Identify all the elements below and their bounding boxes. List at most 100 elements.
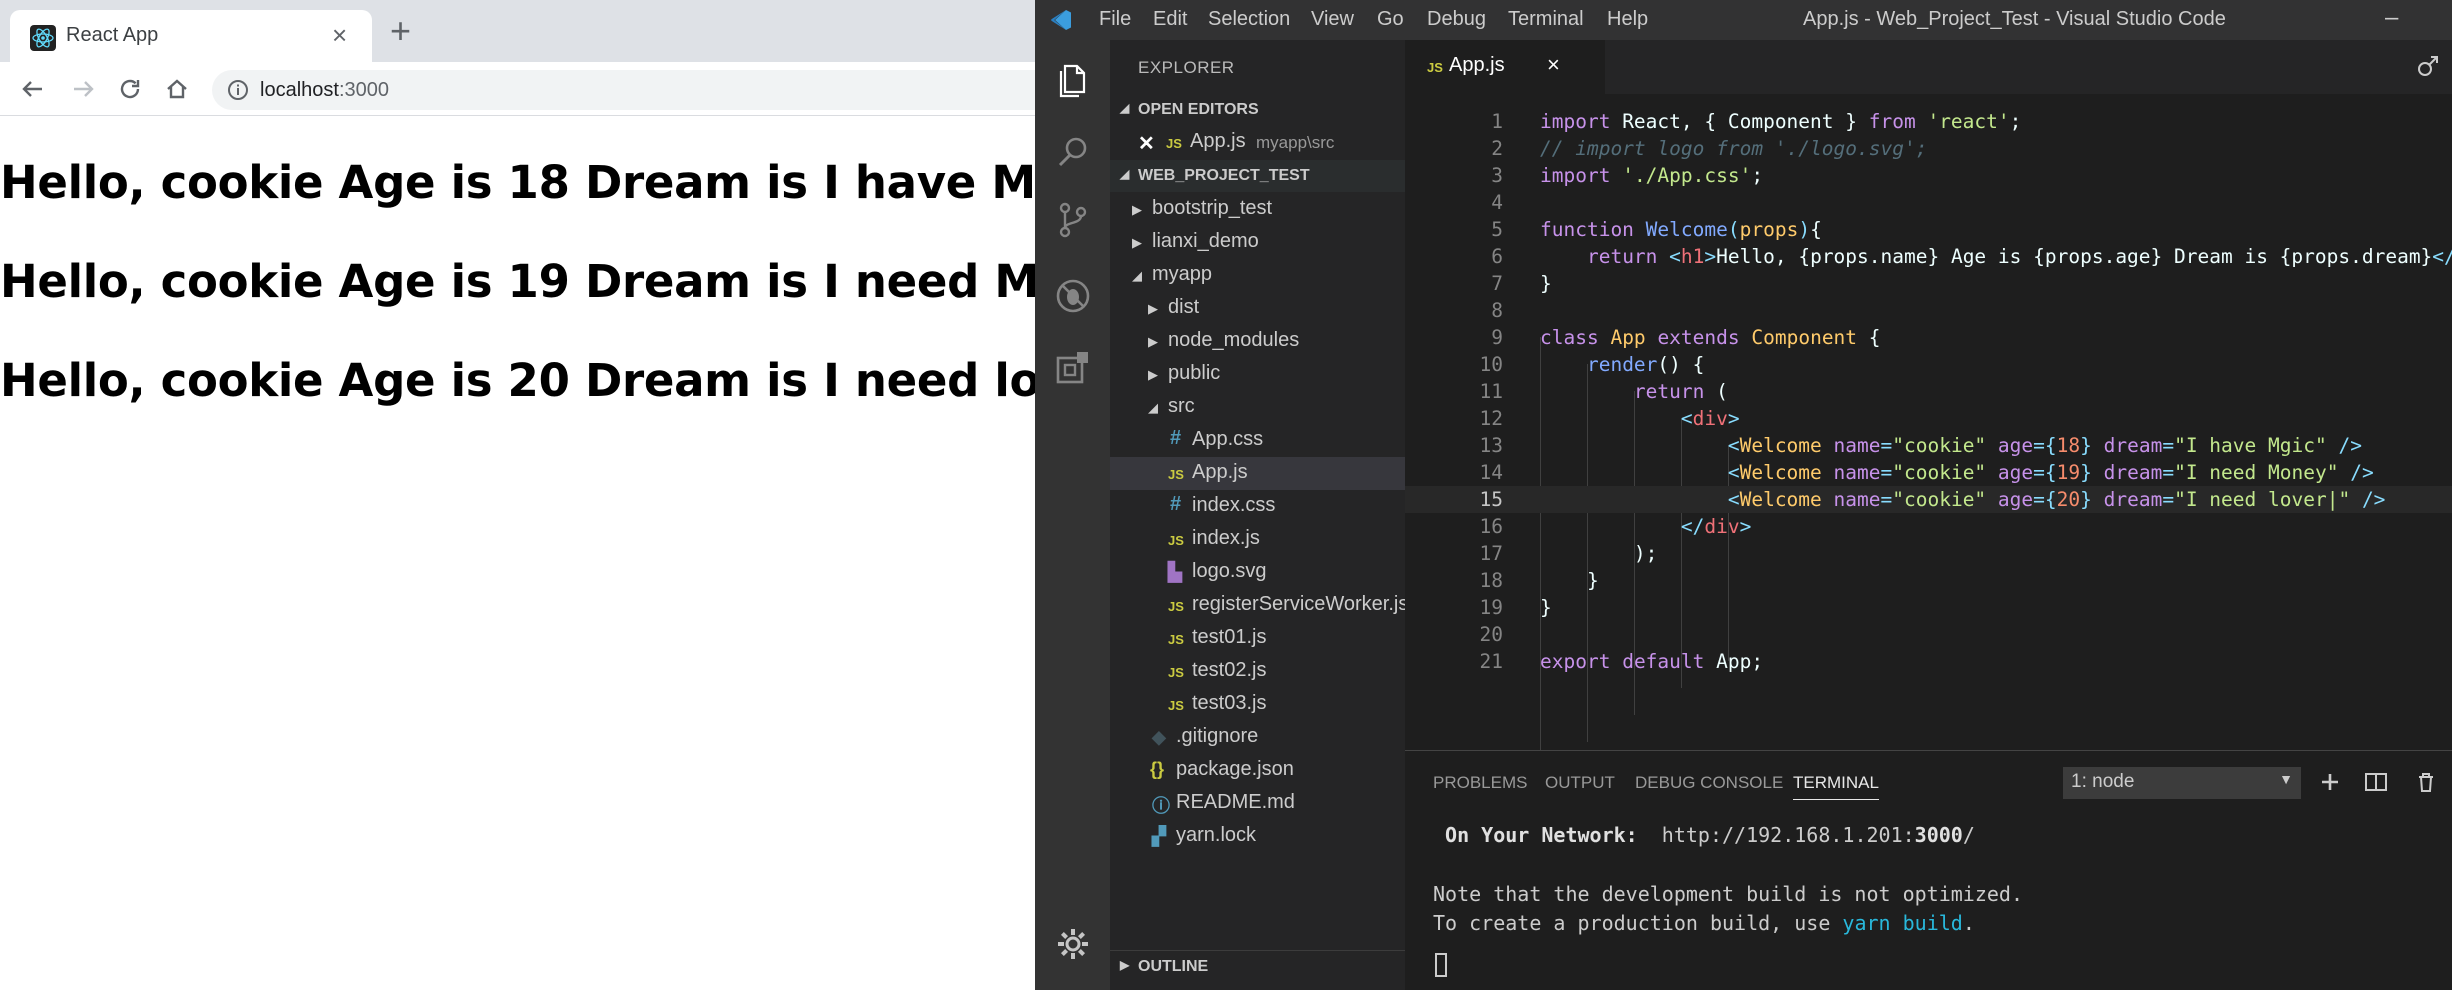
code-line: 3 import './App.css';	[1405, 162, 2452, 189]
source-control-icon[interactable]	[1053, 200, 1093, 240]
file-name: registerServiceWorker.js	[1192, 593, 1409, 615]
terminal-select-value: 1: node	[2071, 771, 2135, 792]
new-tab-button[interactable]: +	[390, 13, 411, 49]
line-number: 15	[1479, 488, 1503, 511]
line-number: 8	[1491, 299, 1503, 322]
title-bar: File Edit Selection View Go Debug Termin…	[1035, 0, 2452, 40]
tree-file[interactable]: JS test01.js	[1110, 622, 1405, 655]
file-name: logo.svg	[1192, 560, 1267, 582]
extensions-icon[interactable]	[1053, 348, 1093, 388]
tree-file[interactable]: JS index.js	[1110, 523, 1405, 556]
tree-folder[interactable]: ▶ lianxi_demo	[1110, 226, 1405, 259]
tree-folder[interactable]: ▶ dist	[1110, 292, 1405, 325]
tree-file[interactable]: JS registerServiceWorker.js	[1110, 589, 1409, 622]
tree-file[interactable]: JS test03.js	[1110, 688, 1405, 721]
folder-name: src	[1168, 395, 1195, 417]
file-name: test03.js	[1192, 692, 1267, 714]
code-line: 20	[1405, 621, 2452, 648]
section-label: WEB_PROJECT_TEST	[1138, 167, 1310, 184]
network-tail: /	[1962, 823, 1975, 847]
folder-name: dist	[1168, 296, 1200, 318]
line-number: 2	[1491, 137, 1503, 160]
project-section[interactable]: ◢ WEB_PROJECT_TEST	[1110, 160, 1405, 192]
menu-selection[interactable]: Selection	[1208, 8, 1290, 31]
gear-icon[interactable]	[1053, 924, 1093, 964]
welcome-heading: Hello, cookie Age is 19 Dream is I need …	[0, 255, 1161, 308]
folder-name: public	[1168, 362, 1221, 384]
tree-file[interactable]: ⓘ README.md	[1110, 787, 1405, 820]
line-number: 1	[1491, 110, 1503, 133]
window-title: App.js - Web_Project_Test - Visual Studi…	[1803, 8, 2226, 30]
terminal-output[interactable]: On Your Network: http://192.168.1.201:30…	[1405, 811, 2452, 990]
close-icon[interactable]: ×	[1547, 52, 1560, 78]
tree-file[interactable]: JS App.js	[1110, 457, 1405, 490]
close-icon[interactable]: ✕	[1138, 131, 1155, 156]
url-host: localhost	[260, 79, 339, 101]
code-line: 10 render() {	[1405, 351, 2452, 378]
home-icon[interactable]	[160, 72, 194, 106]
forward-icon[interactable]	[66, 72, 100, 106]
code-line-current: 15 <Welcome name="cookie" age={20} dream…	[1405, 486, 2452, 513]
network-port: 3000	[1914, 823, 1963, 847]
open-editors-section[interactable]: ◢ OPEN EDITORS	[1110, 94, 1405, 126]
js-file-icon: JS	[1168, 599, 1184, 614]
code-line: 6 return <h1>Hello, {props.name} Age is …	[1405, 243, 2452, 270]
browser-tab[interactable]: React App ×	[10, 10, 372, 62]
code-editor[interactable]: 1 import React, { Component } from 'react…	[1405, 94, 2452, 794]
open-editor-item[interactable]: ✕ JS App.js myapp\src	[1110, 126, 1405, 159]
line-number: 11	[1479, 380, 1503, 403]
info-icon[interactable]	[226, 78, 250, 102]
menu-debug[interactable]: Debug	[1427, 8, 1486, 31]
url-port: :3000	[338, 79, 389, 101]
file-path: myapp\src	[1256, 133, 1335, 152]
menu-file[interactable]: File	[1099, 8, 1131, 31]
tab-debug-console[interactable]: DEBUG CONSOLE	[1635, 773, 1783, 793]
chevron-down-icon: ◢	[1120, 167, 1130, 181]
menu-edit[interactable]: Edit	[1153, 8, 1187, 31]
minimize-button[interactable]: –	[2385, 4, 2398, 32]
close-tab-icon[interactable]: ×	[332, 20, 347, 50]
menu-go[interactable]: Go	[1377, 8, 1404, 31]
tab-output[interactable]: OUTPUT	[1545, 773, 1615, 793]
prod-suffix: .	[1962, 911, 1975, 935]
back-icon[interactable]	[16, 72, 50, 106]
address-bar[interactable]: localhost:3000	[212, 70, 1042, 110]
tab-terminal[interactable]: TERMINAL	[1793, 773, 1879, 800]
search-icon[interactable]	[1053, 132, 1093, 172]
activity-bar	[1035, 40, 1110, 990]
tree-file[interactable]: ◆ .gitignore	[1110, 721, 1405, 754]
tree-folder[interactable]: ▶ bootstrip_test	[1110, 193, 1405, 226]
terminal-select[interactable]: 1: node ▼	[2063, 767, 2301, 799]
tree-file[interactable]: ▙ logo.svg	[1110, 556, 1405, 589]
welcome-heading: Hello, cookie Age is 20 Dream is I need …	[0, 354, 1122, 407]
tab-problems[interactable]: PROBLEMS	[1433, 773, 1527, 793]
debug-icon[interactable]	[1053, 276, 1093, 316]
line-number: 14	[1479, 461, 1503, 484]
browser-tabstrip: React App × +	[0, 0, 1035, 62]
tree-file[interactable]: {} package.json	[1110, 754, 1405, 787]
open-changes-icon[interactable]	[2415, 54, 2441, 80]
chevron-right-icon: ▶	[1120, 958, 1130, 972]
tree-file[interactable]: ▞ yarn.lock	[1110, 820, 1405, 853]
menu-help[interactable]: Help	[1607, 8, 1648, 31]
explorer-header: EXPLORER	[1138, 58, 1235, 77]
tree-folder[interactable]: ◢ myapp	[1110, 259, 1405, 292]
split-terminal-icon[interactable]	[2363, 769, 2389, 795]
line-number: 9	[1491, 326, 1503, 349]
tree-folder[interactable]: ◢ src	[1110, 391, 1405, 424]
add-terminal-icon[interactable]	[2317, 769, 2343, 795]
explorer-icon[interactable]	[1053, 60, 1093, 100]
tree-folder[interactable]: ▶ public	[1110, 358, 1405, 391]
code-line: 1 import React, { Component } from 'react…	[1405, 108, 2452, 135]
trash-icon[interactable]	[2413, 769, 2439, 795]
editor-tab[interactable]: JS App.js ×	[1405, 40, 1605, 94]
tree-file[interactable]: # App.css	[1110, 424, 1405, 457]
prod-prefix: To create a production build, use	[1433, 911, 1843, 935]
reload-icon[interactable]	[113, 72, 147, 106]
menu-view[interactable]: View	[1311, 8, 1354, 31]
outline-section[interactable]: ▶ OUTLINE	[1110, 950, 1405, 982]
tree-folder[interactable]: ▶ node_modules	[1110, 325, 1405, 358]
menu-terminal[interactable]: Terminal	[1508, 8, 1584, 31]
tree-file[interactable]: # index.css	[1110, 490, 1405, 523]
tree-file[interactable]: JS test02.js	[1110, 655, 1405, 688]
